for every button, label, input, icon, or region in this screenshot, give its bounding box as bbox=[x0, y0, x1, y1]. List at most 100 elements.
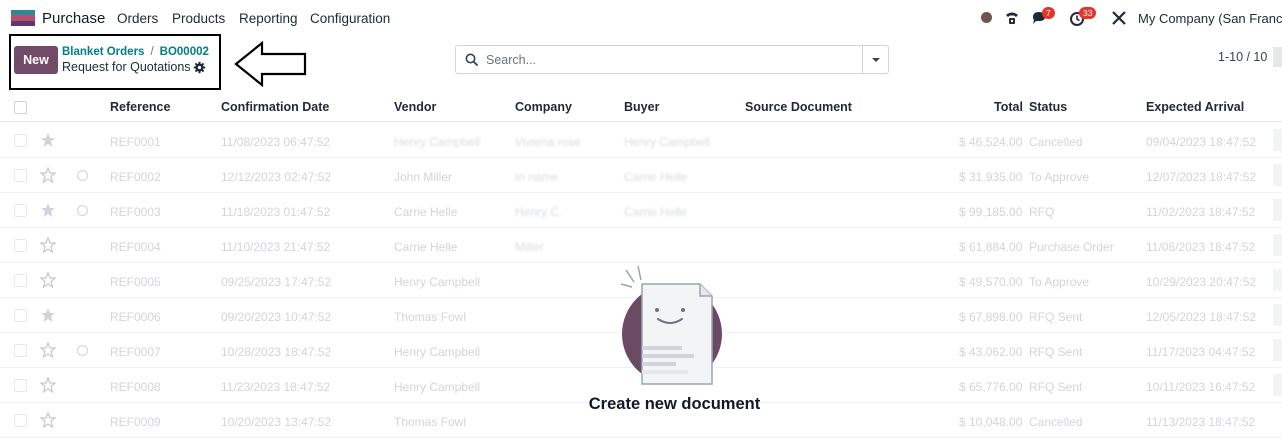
activity-icon bbox=[76, 204, 89, 217]
star-outline-icon bbox=[40, 167, 56, 183]
cell-expected-arrival: 11/02/2023 18:47:52 bbox=[1146, 205, 1256, 219]
purchase-app-icon[interactable] bbox=[11, 10, 35, 26]
table-row: REF0002 12/12/2023 02:47:52 John Miller … bbox=[0, 158, 1282, 193]
table-row: REF0003 11/18/2023 01:47:52 Carrie Helle… bbox=[0, 193, 1282, 228]
cell-reference: REF0002 bbox=[110, 170, 161, 184]
cell-reference: REF0007 bbox=[110, 345, 161, 359]
pager-value[interactable]: 1-10 / 10 bbox=[1218, 50, 1267, 64]
col-reference[interactable]: Reference bbox=[110, 100, 170, 114]
breadcrumb-blanket-orders[interactable]: Blanket Orders bbox=[62, 46, 144, 58]
cell-status: Cancelled bbox=[1029, 135, 1083, 149]
row-checkbox bbox=[14, 169, 27, 182]
star-outline-icon bbox=[40, 377, 56, 393]
cell-status: RFQ bbox=[1029, 205, 1055, 219]
cell-total: $ 43,062.00 bbox=[959, 345, 1023, 359]
star-icon bbox=[41, 308, 55, 322]
breadcrumb-bo-record[interactable]: BO00002 bbox=[160, 46, 209, 58]
new-button[interactable]: New bbox=[14, 46, 58, 74]
cell-confirmation-date: 10/20/2023 13:47:52 bbox=[221, 415, 332, 429]
row-checkbox bbox=[14, 134, 27, 147]
search-bar bbox=[455, 45, 889, 74]
col-status[interactable]: Status bbox=[1029, 100, 1067, 114]
menu-configuration[interactable]: Configuration bbox=[310, 11, 390, 26]
row-scrollbar bbox=[1273, 374, 1282, 396]
empty-document-illustration bbox=[620, 265, 722, 385]
caret-down-icon bbox=[871, 57, 880, 62]
gear-icon[interactable] bbox=[193, 61, 206, 74]
cell-reference: REF0005 bbox=[110, 275, 161, 289]
cell-vendor: Thomas Fowl bbox=[394, 310, 467, 324]
scrollbar-track[interactable] bbox=[1273, 47, 1282, 67]
cell-vendor: Henry Campbell bbox=[394, 275, 481, 289]
cell-vendor: John Miller bbox=[394, 170, 453, 184]
col-vendor[interactable]: Vendor bbox=[394, 100, 436, 114]
row-scrollbar bbox=[1273, 234, 1282, 256]
cell-expected-arrival: 11/17/2023 04:47:52 bbox=[1146, 345, 1256, 359]
col-expected-arrival[interactable]: Expected Arrival bbox=[1146, 100, 1244, 114]
cell-expected-arrival: 09/04/2023 18:47:52 bbox=[1146, 135, 1257, 149]
cell-confirmation-date: 11/10/2023 21:47:52 bbox=[221, 240, 331, 254]
cell-total: $ 31,935.00 bbox=[959, 170, 1023, 184]
cell-total: $ 67,898.00 bbox=[959, 310, 1023, 324]
cell-reference: REF0003 bbox=[110, 205, 161, 219]
menu-reporting[interactable]: Reporting bbox=[239, 11, 298, 26]
page-title: Request for Quotations bbox=[62, 60, 191, 74]
tools-icon[interactable] bbox=[1110, 9, 1128, 27]
cell-vendor: Thomas Fowl bbox=[394, 415, 467, 429]
phone-icon[interactable] bbox=[1003, 9, 1021, 27]
cell-vendor: Carrie Helle bbox=[394, 205, 458, 219]
activity-icon bbox=[76, 169, 89, 182]
top-navbar: Purchase Orders Products Reporting Confi… bbox=[0, 0, 1282, 37]
cell-expected-arrival: 11/06/2023 18:47:52 bbox=[1146, 240, 1256, 254]
col-buyer[interactable]: Buyer bbox=[624, 100, 659, 114]
col-total[interactable]: Total bbox=[994, 100, 1023, 114]
cell-company: Viviena rose bbox=[515, 135, 581, 149]
star-outline-icon bbox=[40, 342, 56, 358]
cell-total: $ 10,048.00 bbox=[959, 415, 1023, 429]
row-checkbox bbox=[14, 204, 27, 217]
cell-confirmation-date: 11/08/2023 06:47:52 bbox=[221, 135, 331, 149]
cell-reference: REF0001 bbox=[110, 135, 161, 149]
user-status-dot[interactable] bbox=[981, 12, 992, 23]
cell-status: Cancelled bbox=[1029, 415, 1083, 429]
cell-status: RFQ Sent bbox=[1029, 380, 1083, 394]
app-name[interactable]: Purchase bbox=[42, 10, 105, 27]
cell-buyer: Carrie Helle bbox=[624, 170, 688, 184]
col-confirmation-date[interactable]: Confirmation Date bbox=[221, 100, 329, 114]
cell-reference: REF0006 bbox=[110, 310, 161, 324]
cell-vendor: Henry Campbell bbox=[394, 380, 481, 394]
breadcrumb-separator: / bbox=[150, 46, 154, 58]
row-checkbox bbox=[14, 309, 27, 322]
col-source-document[interactable]: Source Document bbox=[745, 100, 852, 114]
row-checkbox bbox=[14, 379, 27, 392]
row-checkbox bbox=[14, 344, 27, 357]
col-company[interactable]: Company bbox=[515, 100, 572, 114]
breadcrumb: Blanket Orders / BO00002 bbox=[62, 46, 209, 58]
cell-vendor: Carrie Helle bbox=[394, 240, 458, 254]
company-switcher[interactable]: My Company (San Francisc bbox=[1138, 11, 1282, 26]
cell-confirmation-date: 10/28/2023 18:47:52 bbox=[221, 345, 332, 359]
star-outline-icon bbox=[40, 412, 56, 428]
table-row: REF0004 11/10/2023 21:47:52 Carrie Helle… bbox=[0, 228, 1282, 263]
cell-confirmation-date: 11/18/2023 01:47:52 bbox=[221, 205, 331, 219]
cell-confirmation-date: 09/25/2023 17:47:52 bbox=[221, 275, 332, 289]
star-icon bbox=[41, 203, 55, 217]
empty-state-title: Create new document bbox=[588, 395, 761, 413]
cell-expected-arrival: 12/07/2023 18:47:52 bbox=[1146, 170, 1257, 184]
menu-products[interactable]: Products bbox=[172, 11, 225, 26]
star-outline-icon bbox=[40, 272, 56, 288]
cell-expected-arrival: 10/29/2023 20:47:52 bbox=[1146, 275, 1257, 289]
cell-buyer: Henry Campbell bbox=[624, 135, 711, 149]
row-scrollbar bbox=[1273, 164, 1282, 186]
row-scrollbar bbox=[1273, 304, 1282, 326]
select-all-checkbox[interactable] bbox=[14, 101, 27, 114]
search-options-toggle[interactable] bbox=[862, 46, 888, 73]
cell-company: Henry C. bbox=[515, 205, 563, 219]
cell-status: To Approve bbox=[1029, 275, 1090, 289]
cell-company: In name bbox=[515, 170, 559, 184]
cell-reference: REF0009 bbox=[110, 415, 161, 429]
search-input[interactable] bbox=[486, 50, 856, 70]
cell-vendor: Henry Campbell bbox=[394, 135, 481, 149]
menu-orders[interactable]: Orders bbox=[117, 11, 158, 26]
activity-badge: 33 bbox=[1079, 7, 1097, 19]
